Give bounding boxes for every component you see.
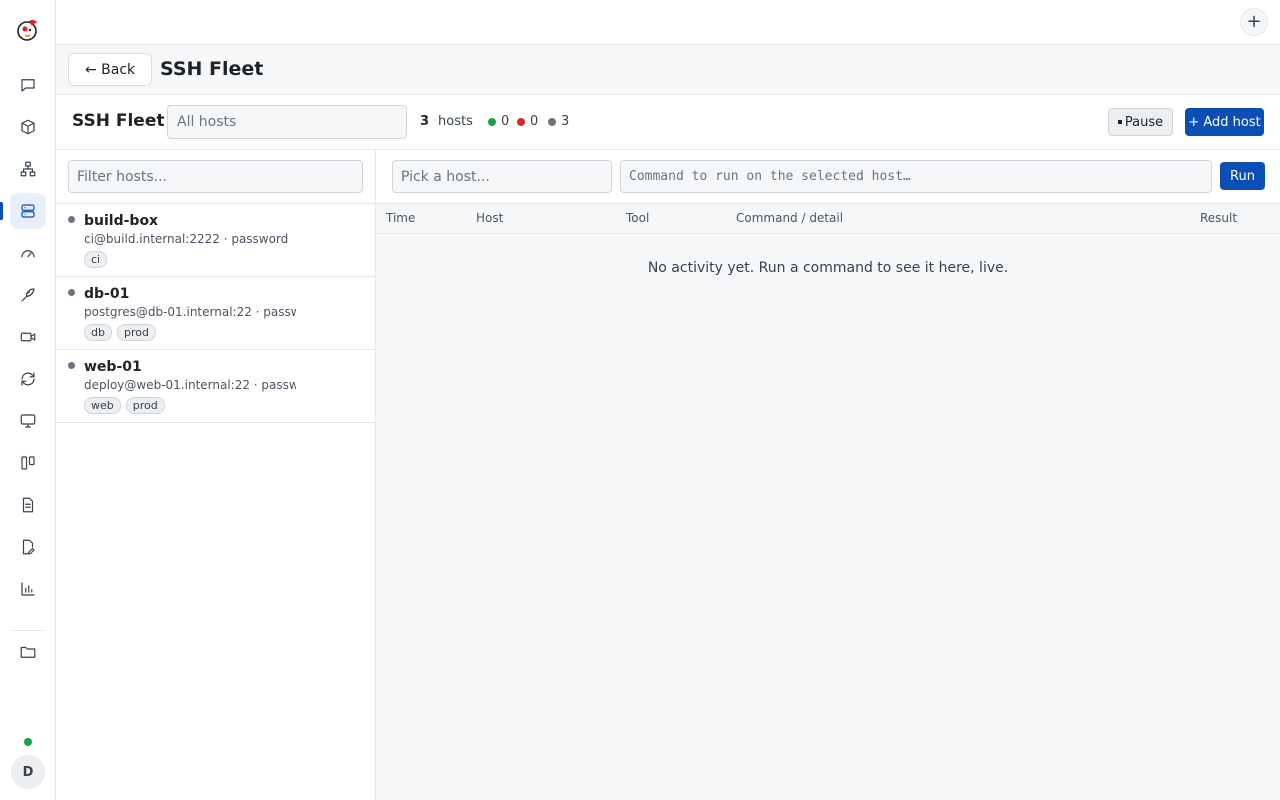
folder-icon[interactable]	[10, 634, 46, 670]
host-connection-detail: postgres@db-01.internal:22 · passw...	[84, 305, 296, 319]
host-list-item[interactable]: build-box ci@build.internal:2222 · passw…	[56, 204, 375, 277]
page-header: ← Back SSH Fleet	[56, 45, 1280, 95]
online-dot-icon	[488, 117, 496, 126]
host-tag: prod	[116, 324, 156, 341]
host-tag: prod	[125, 397, 165, 414]
unknown-dot-icon	[548, 117, 556, 126]
activity-panel: Pick a host... Command to run on the sel…	[376, 150, 1280, 800]
pause-button[interactable]: Pause	[1108, 108, 1173, 136]
run-button[interactable]: Run	[1220, 162, 1265, 190]
host-group-select[interactable]: All hosts	[167, 105, 407, 139]
bird-icon[interactable]	[10, 277, 46, 313]
back-button[interactable]: ← Back	[68, 53, 153, 86]
left-rail: D	[0, 0, 56, 800]
edit-document-icon[interactable]	[10, 529, 46, 565]
top-bar: +	[56, 0, 1280, 45]
network-icon[interactable]	[10, 151, 46, 187]
new-item-button[interactable]: +	[1240, 8, 1268, 36]
document-icon[interactable]	[10, 487, 46, 523]
host-tag: web	[84, 397, 121, 414]
add-host-button[interactable]: + Add host	[1185, 108, 1264, 136]
monitor-icon[interactable]	[10, 403, 46, 439]
app: D + ← Back SSH Fleet SSH Fleet All hosts…	[0, 0, 1280, 800]
online-count-value: 0	[501, 114, 510, 129]
host-list-item[interactable]: db-01 postgres@db-01.internal:22 · passw…	[56, 277, 375, 350]
stop-icon	[1117, 120, 1122, 124]
error-dot-icon	[517, 117, 525, 126]
host-list-item[interactable]: web-01 deploy@web-01.internal:22 · passw…	[56, 350, 375, 423]
host-tags: ci	[84, 251, 108, 268]
command-input[interactable]: Command to run on the selected host…	[620, 160, 1212, 193]
host-tags: db prod	[84, 324, 156, 341]
unknown-count-value: 3	[561, 114, 570, 129]
gauge-icon[interactable]	[10, 235, 46, 271]
box-icon[interactable]	[10, 109, 46, 145]
column-header-tool[interactable]: Tool	[626, 211, 649, 225]
host-connection-detail: ci@build.internal:2222 · password	[84, 232, 289, 246]
column-header-time[interactable]: Time	[386, 211, 415, 225]
page-title: SSH Fleet	[160, 58, 264, 80]
error-count-value: 0	[530, 114, 539, 129]
host-name: db-01	[84, 286, 130, 302]
user-avatar[interactable]: D	[11, 755, 45, 789]
host-tag: db	[84, 324, 112, 341]
column-header-host[interactable]: Host	[476, 211, 503, 225]
column-header-command[interactable]: Command / detail	[736, 211, 843, 225]
host-filter-bar: Filter hosts...	[56, 150, 375, 204]
host-list-panel: Filter hosts... build-box ci@build.inter…	[56, 150, 376, 800]
empty-activity-message: No activity yet. Run a command to see it…	[647, 260, 1009, 276]
host-status-dot	[68, 289, 75, 296]
pick-host-select[interactable]: Pick a host...	[392, 160, 612, 193]
host-count-label: hosts	[438, 114, 473, 129]
online-count: 0	[488, 114, 509, 129]
host-name: web-01	[84, 359, 142, 375]
fleet-toolbar: SSH Fleet All hosts 3 hosts 0 0 3 Pause …	[56, 95, 1280, 150]
fleet-title: SSH Fleet	[72, 111, 165, 131]
error-count: 0	[517, 114, 538, 129]
server-icon[interactable]	[10, 193, 46, 229]
pause-label: Pause	[1124, 114, 1164, 130]
host-status-dot	[68, 362, 75, 369]
host-status-dot	[68, 216, 75, 223]
host-name: build-box	[84, 213, 159, 229]
bar-chart-icon[interactable]	[10, 571, 46, 607]
app-logo[interactable]	[16, 18, 40, 42]
host-tag: ci	[84, 251, 108, 268]
column-header-result[interactable]: Result	[1200, 211, 1237, 225]
host-filter-input[interactable]: Filter hosts...	[68, 160, 363, 193]
kanban-icon[interactable]	[10, 445, 46, 481]
rail-divider	[12, 630, 44, 631]
connection-status-indicator	[24, 738, 32, 746]
sync-icon[interactable]	[10, 361, 46, 397]
activity-table-header: Time Host Tool Command / detail Result	[376, 204, 1280, 234]
host-count: 3	[420, 114, 430, 129]
unknown-count: 3	[548, 114, 569, 129]
chat-icon[interactable]	[10, 67, 46, 103]
video-icon[interactable]	[10, 319, 46, 355]
active-indicator	[0, 202, 3, 220]
command-bar: Pick a host... Command to run on the sel…	[376, 150, 1280, 204]
host-tags: web prod	[84, 397, 165, 414]
host-connection-detail: deploy@web-01.internal:22 · passw...	[84, 378, 296, 392]
